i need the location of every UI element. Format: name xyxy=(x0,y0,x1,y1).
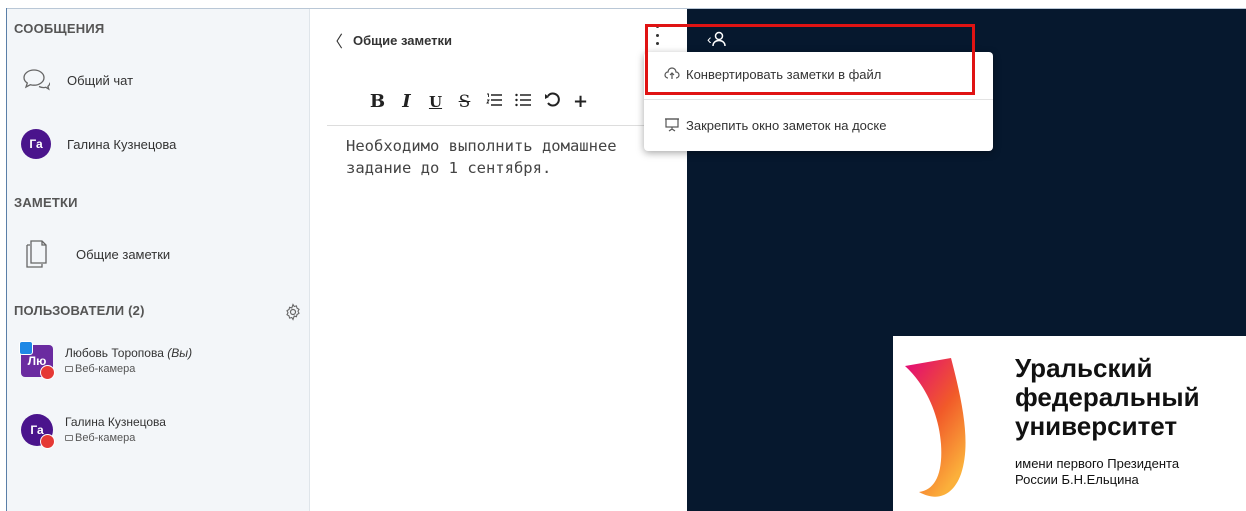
menu-divider xyxy=(644,99,993,100)
underline-button[interactable]: U xyxy=(421,93,450,111)
strikethrough-button[interactable]: S xyxy=(450,92,479,112)
notes-header[interactable]: 〈 Общие заметки xyxy=(327,28,452,52)
italic-button[interactable]: I xyxy=(392,91,421,112)
user-status: Веб-камера xyxy=(75,363,136,375)
avatar: Лю xyxy=(19,341,55,380)
avatar: Га xyxy=(21,129,51,159)
chat-icon xyxy=(21,65,51,95)
sidebar-item-label: Общие заметки xyxy=(76,246,171,262)
logo-line: федеральный xyxy=(1015,382,1200,412)
user-name: Любовь Торопова xyxy=(65,346,164,360)
logo-line: университет xyxy=(1015,411,1178,441)
highlight-box xyxy=(645,24,975,95)
more-tools-icon[interactable]: + xyxy=(566,91,595,112)
users-section-title: ПОЛЬЗОВАТЕЛИ (2) xyxy=(14,303,145,318)
muted-mic-icon xyxy=(40,365,55,380)
ordered-list-icon[interactable] xyxy=(479,91,508,112)
menu-item-label: Закрепить окно заметок на доске xyxy=(686,117,887,133)
notes-section-title: ЗАМЕТКИ xyxy=(14,195,78,210)
presentation-icon xyxy=(665,118,679,132)
notes-toolbar: B I U S + xyxy=(363,91,595,112)
notes-title: Общие заметки xyxy=(353,32,453,48)
menu-item-pin-notes[interactable]: Закрепить окно заметок на доске xyxy=(664,117,886,133)
bullet-list-icon[interactable] xyxy=(508,91,537,112)
logo-title: Уральский федеральный университет xyxy=(1015,354,1200,441)
gear-icon[interactable] xyxy=(284,303,302,321)
user-list-item[interactable]: Лю Любовь Торопова (Вы) Веб-камера xyxy=(19,341,193,380)
sidebar-item-label: Общий чат xyxy=(67,72,134,88)
user-list-item[interactable]: Га Галина Кузнецова Веб-камера xyxy=(21,414,166,449)
sidebar-item-shared-notes[interactable]: Общие заметки xyxy=(21,239,170,269)
sidebar-item-label: Галина Кузнецова xyxy=(67,136,177,152)
bold-button[interactable]: B xyxy=(363,91,392,112)
notes-editor[interactable]: Необходимо выполнить домашнее задание до… xyxy=(346,135,636,179)
university-logo: Уральский федеральный университет имени … xyxy=(893,336,1246,511)
user-status: Веб-камера xyxy=(75,432,136,444)
sidebar-item-public-chat[interactable]: Общий чат xyxy=(21,65,133,95)
frame-left-line xyxy=(6,8,7,511)
avatar: Га xyxy=(21,414,55,449)
notes-panel: 〈 Общие заметки B I U S + Необходимо вып… xyxy=(311,9,687,511)
chevron-left-icon[interactable]: 〈 xyxy=(327,28,343,52)
logo-line: Уральский xyxy=(1015,353,1153,383)
logo-line: России Б.Н.Ельцина xyxy=(1015,472,1139,487)
user-name: Галина Кузнецова xyxy=(65,415,166,429)
undo-icon[interactable] xyxy=(537,91,566,112)
muted-mic-icon xyxy=(40,434,55,449)
sidebar: СООБЩЕНИЯ Общий чат Га Галина Кузнецова … xyxy=(7,9,310,511)
presenter-icon xyxy=(19,341,33,355)
webcam-icon xyxy=(65,435,73,441)
messages-section-title: СООБЩЕНИЯ xyxy=(14,21,105,36)
webcam-icon xyxy=(65,366,73,372)
toolbar-divider xyxy=(327,125,657,126)
urfu-logo-mark xyxy=(905,358,966,497)
notes-icon xyxy=(21,239,51,269)
sidebar-item-private-chat[interactable]: Га Галина Кузнецова xyxy=(21,129,176,159)
logo-subtitle: имени первого Президента России Б.Н.Ельц… xyxy=(1015,456,1179,488)
logo-line: имени первого Президента xyxy=(1015,456,1180,471)
you-tag: (Вы) xyxy=(167,346,193,360)
